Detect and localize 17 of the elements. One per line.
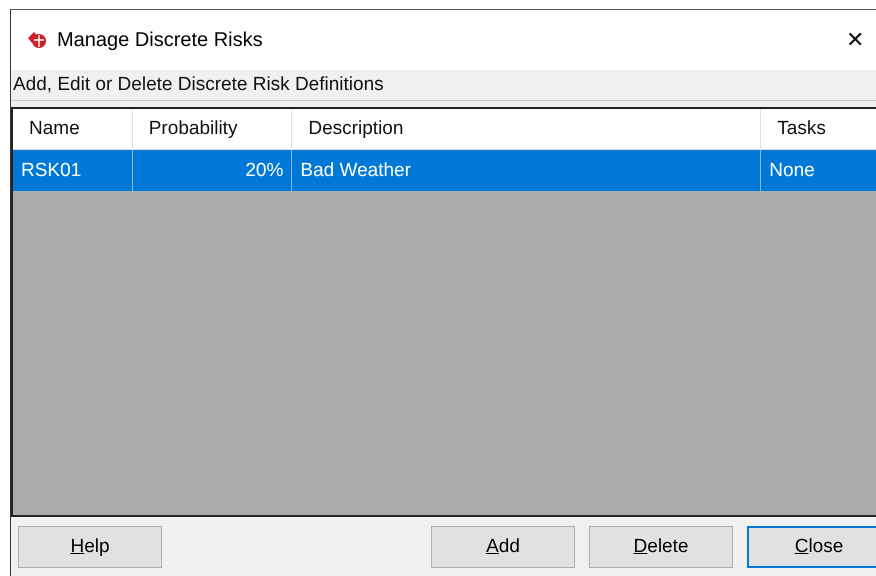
app-icon (25, 29, 47, 51)
column-header[interactable]: Name (13, 109, 133, 149)
window-title: Manage Discrete Risks (57, 28, 264, 52)
column-header[interactable]: Tasks (761, 109, 876, 149)
table-cell: 20% (245, 160, 284, 182)
close-button[interactable]: ✕ (825, 20, 876, 60)
dialog-button[interactable]: Delete (589, 526, 733, 568)
table-cell: None (769, 160, 815, 182)
column-header[interactable]: Description (292, 109, 762, 149)
table-cell: RSK01 (21, 160, 82, 182)
help-button[interactable]: Help (18, 526, 162, 568)
subtitle: Add, Edit or Delete Discrete Risk Definitions (13, 74, 384, 96)
dialog-button[interactable]: Add (431, 526, 575, 568)
table-row[interactable]: RSK01 20% Bad Weather None (13, 150, 876, 191)
table-cell: Bad Weather (300, 160, 411, 182)
column-header[interactable]: Probability (132, 109, 292, 149)
dialog-button[interactable]: Close (747, 526, 876, 568)
